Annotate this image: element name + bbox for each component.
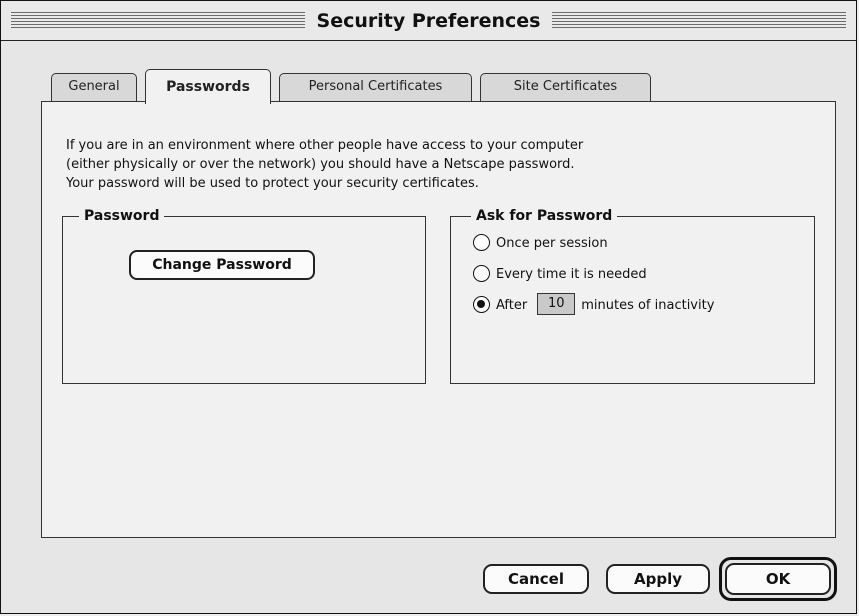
- security-preferences-window: Security Preferences General Passwords P…: [0, 0, 857, 614]
- password-group: Password Change Password: [62, 207, 426, 384]
- once-per-session-radio[interactable]: [473, 233, 490, 251]
- tab-personal-certificates[interactable]: Personal Certificates: [279, 73, 472, 101]
- tab-site-certificates[interactable]: Site Certificates: [480, 73, 651, 101]
- every-time-label: Every time it is needed: [496, 267, 647, 282]
- intro-line: (either physically or over the network) …: [66, 157, 575, 172]
- title-bar[interactable]: Security Preferences: [1, 1, 856, 41]
- intro-text: If you are in an environment where other…: [66, 136, 726, 193]
- every-time-option[interactable]: Every time it is needed: [473, 264, 647, 286]
- apply-button[interactable]: Apply: [606, 564, 710, 594]
- password-group-label: Password: [79, 207, 165, 225]
- intro-line: If you are in an environment where other…: [66, 138, 584, 153]
- ask-for-password-label: Ask for Password: [471, 207, 618, 225]
- ok-button[interactable]: OK: [725, 563, 831, 595]
- once-per-session-option[interactable]: Once per session: [473, 233, 608, 255]
- after-inactivity-option[interactable]: After 10 minutes of inactivity: [473, 293, 715, 317]
- intro-line: Your password will be used to protect yo…: [66, 176, 479, 191]
- passwords-panel: If you are in an environment where other…: [41, 101, 836, 538]
- after-inactivity-radio[interactable]: [473, 295, 490, 313]
- every-time-radio[interactable]: [473, 264, 490, 282]
- ask-for-password-group: Ask for Password Once per session Every …: [450, 207, 815, 384]
- after-label: After: [496, 298, 528, 313]
- cancel-button[interactable]: Cancel: [483, 564, 589, 594]
- change-password-button[interactable]: Change Password: [129, 250, 315, 280]
- tab-passwords[interactable]: Passwords: [145, 69, 271, 104]
- tab-general[interactable]: General: [51, 73, 137, 101]
- minutes-input[interactable]: 10: [537, 293, 576, 315]
- minutes-of-inactivity-label: minutes of inactivity: [581, 298, 715, 313]
- window-title: Security Preferences: [304, 7, 553, 35]
- once-per-session-label: Once per session: [496, 236, 608, 251]
